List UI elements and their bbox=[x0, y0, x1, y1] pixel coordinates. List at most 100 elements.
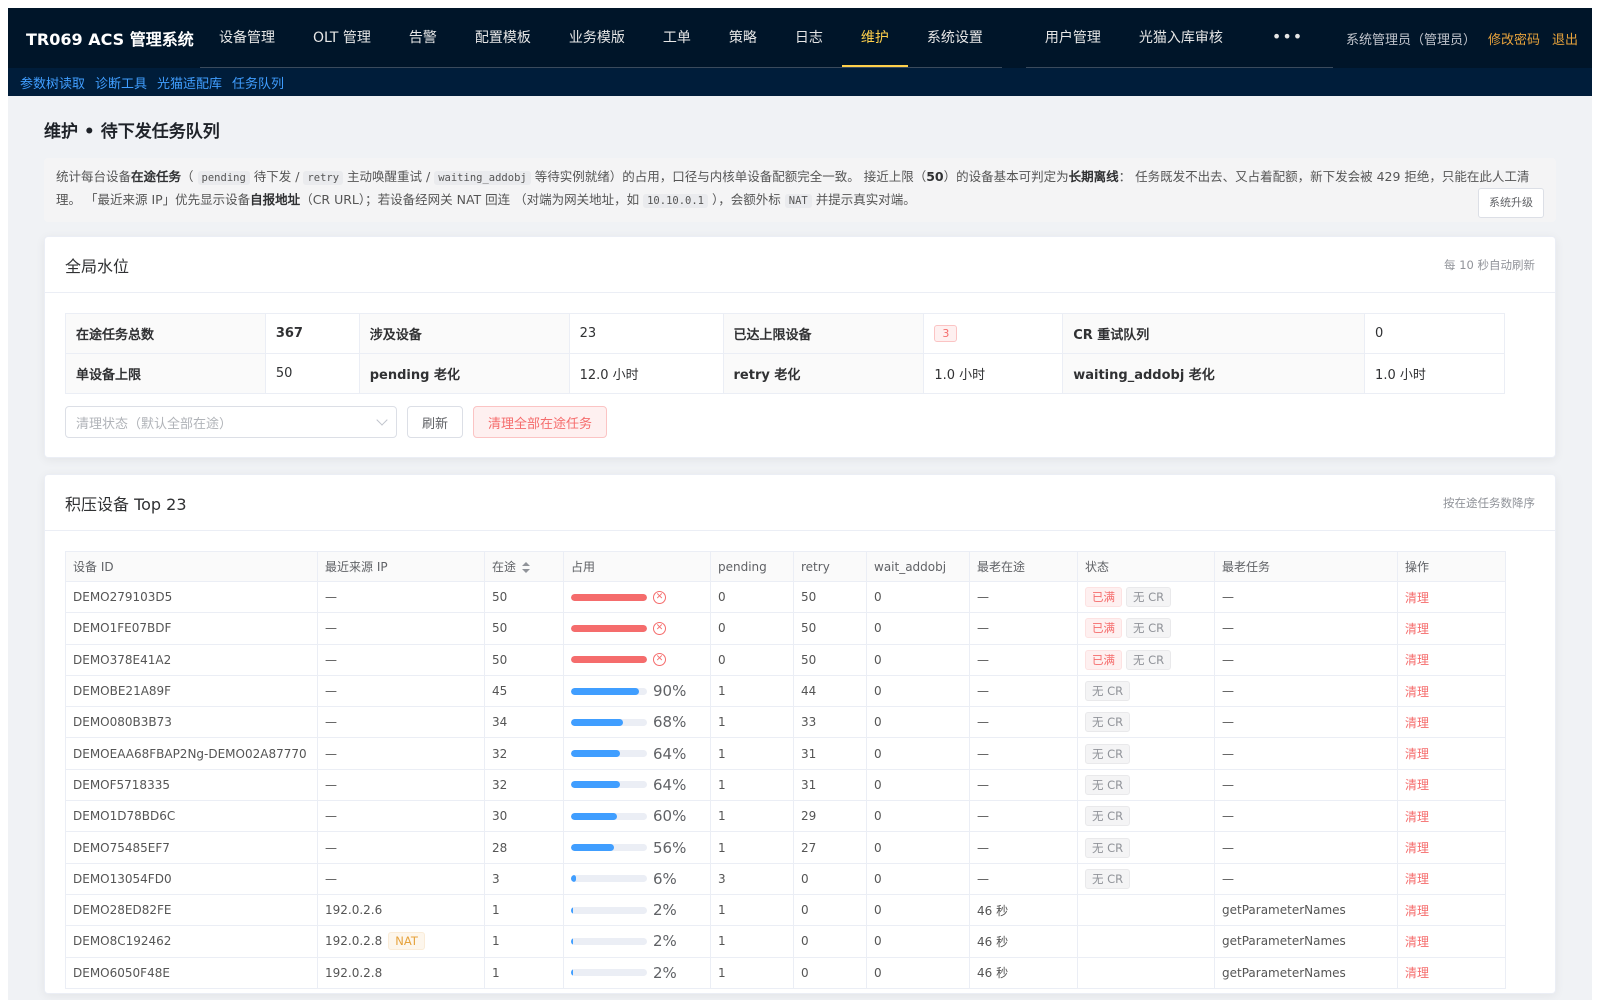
table-row: DEMO1D78BD6C —30 60% 1 29 0— 无 CR — 清理 bbox=[65, 800, 1506, 833]
no-cr-badge: 无 CR bbox=[1126, 649, 1172, 670]
clear-all-button[interactable]: 清理全部在途任务 bbox=[473, 406, 608, 438]
subnav-link[interactable]: 任务队列 bbox=[232, 73, 284, 92]
menu-item[interactable]: 系统设置 bbox=[908, 8, 1002, 67]
occupancy-bar-fill bbox=[571, 937, 574, 945]
watermark-card: 全局水位 每 10 秒自动刷新 在途任务总数 367 涉及设备 23 已达上限设备 3 CR… bbox=[44, 236, 1556, 458]
occupancy-bar-fill bbox=[571, 969, 574, 977]
auto-refresh-hint: 每 10 秒自动刷新 bbox=[1444, 257, 1535, 272]
menu-item[interactable]: 告警 bbox=[390, 8, 456, 67]
device-id: DEMO75485EF7 bbox=[65, 831, 318, 864]
clear-device-button[interactable]: 清理 bbox=[1405, 935, 1429, 949]
source-ip-cell: — bbox=[317, 862, 485, 895]
menu-item[interactable]: 工单 bbox=[644, 8, 710, 67]
clear-device-button[interactable]: 清理 bbox=[1405, 747, 1429, 761]
stat-label: retry 老化 bbox=[722, 353, 925, 394]
clear-device-button[interactable]: 清理 bbox=[1405, 591, 1429, 605]
status-cell: 无 CR bbox=[1077, 706, 1215, 739]
more-menu-icon[interactable]: ••• bbox=[1242, 8, 1333, 67]
menu-item[interactable]: 业务模版 bbox=[550, 8, 644, 67]
source-ip: — bbox=[325, 777, 337, 792]
stat-value: 12.0 小时 bbox=[568, 353, 724, 394]
occupancy-cell: 64% bbox=[563, 737, 711, 770]
table-row: DEMOBE21A89F —45 90% 1 44 0— 无 CR — 清理 bbox=[65, 674, 1506, 708]
clear-device-button[interactable]: 清理 bbox=[1405, 778, 1429, 792]
clear-status-select[interactable]: 清理状态（默认全部在途） bbox=[65, 406, 397, 438]
occupancy-bar-wrap: 2% bbox=[571, 932, 703, 950]
app-frame: TR069 ACS 管理系统 设备管理 OLT 管理 告警 配置模板 业务模版 工单 策略日… bbox=[8, 8, 1592, 1000]
clear-device-button[interactable]: 清理 bbox=[1405, 685, 1429, 699]
oldest-inflight: — bbox=[969, 831, 1078, 864]
inflight-count: 32 bbox=[484, 768, 564, 802]
column-header[interactable]: 在途 bbox=[484, 551, 564, 582]
column-label: 在途 bbox=[492, 560, 517, 574]
subnav-link[interactable]: 诊断工具 bbox=[95, 73, 147, 92]
occupancy-bar-fill bbox=[571, 718, 623, 726]
menu-item[interactable]: OLT 管理 bbox=[294, 8, 390, 67]
menu-item[interactable]: 策略 bbox=[710, 8, 776, 67]
watermark-title: 全局水位 bbox=[65, 256, 130, 276]
menu-item[interactable]: 日志 bbox=[776, 8, 842, 67]
subnav-link[interactable]: 光猫适配库 bbox=[157, 73, 222, 92]
device-id: DEMO378E41A2 bbox=[65, 643, 318, 676]
source-ip-cell: — bbox=[317, 800, 485, 833]
occupancy-bar-wrap: 2% bbox=[571, 901, 703, 919]
wait-addobj-count: 0 bbox=[866, 643, 970, 676]
status-cell bbox=[1077, 925, 1215, 958]
menu-item[interactable]: 维护 bbox=[841, 8, 908, 67]
notice-text: （ bbox=[181, 169, 194, 184]
system-upgrade-button[interactable]: 系统升级 bbox=[1478, 188, 1544, 218]
oldest-inflight: — bbox=[969, 737, 1078, 770]
stats-row: 单设备上限 50 pending 老化 12.0 小时 retry 老化 1.0 小时 wa… bbox=[65, 353, 1505, 394]
source-ip: 192.0.2.8 bbox=[325, 965, 383, 980]
occupancy-percent: 68% bbox=[653, 713, 687, 732]
retry-count: 0 bbox=[793, 862, 867, 895]
menu-item[interactable]: 设备管理 bbox=[200, 8, 294, 67]
logout-link[interactable]: 退出 bbox=[1552, 29, 1578, 48]
notice-code: 10.10.0.1 bbox=[643, 194, 709, 208]
notice-bold: 在途任务 bbox=[131, 169, 182, 184]
status-cell: 无 CR bbox=[1077, 737, 1215, 770]
source-ip: — bbox=[325, 746, 337, 761]
inflight-count: 45 bbox=[484, 674, 564, 708]
clear-device-button[interactable]: 清理 bbox=[1405, 966, 1429, 980]
clear-device-button[interactable]: 清理 bbox=[1405, 622, 1429, 636]
sort-icon[interactable] bbox=[522, 561, 531, 574]
change-password-link[interactable]: 修改密码 bbox=[1488, 29, 1540, 48]
no-cr-badge: 无 CR bbox=[1085, 774, 1131, 795]
occupancy-bar bbox=[571, 624, 647, 632]
device-id: DEMO1FE07BDF bbox=[65, 612, 318, 645]
menu-item[interactable]: 配置模板 bbox=[456, 8, 550, 67]
stat-value: 1.0 小时 bbox=[923, 353, 1064, 394]
menu-item[interactable]: 光猫入库审核 bbox=[1120, 8, 1242, 67]
wait-addobj-count: 0 bbox=[866, 768, 970, 802]
retry-count: 0 bbox=[793, 956, 867, 989]
pending-count: 1 bbox=[710, 956, 794, 989]
oldest-task: — bbox=[1214, 831, 1398, 864]
inflight-count: 50 bbox=[484, 580, 564, 614]
occupancy-bar-fill bbox=[571, 781, 620, 789]
table-row: DEMO279103D5—50 ✕ 0 50 0— 已满无 CR — 清理 bbox=[65, 580, 1506, 614]
occupancy-cell: 90% bbox=[563, 674, 711, 708]
status-cell: 无 CR bbox=[1077, 862, 1215, 895]
refresh-button[interactable]: 刷新 bbox=[407, 406, 464, 438]
device-id: DEMO080B3B73 bbox=[65, 706, 318, 739]
menu-item[interactable]: 用户管理 bbox=[1026, 8, 1120, 67]
subnav-link[interactable]: 参数树读取 bbox=[20, 73, 85, 92]
occupancy-bar bbox=[571, 781, 647, 789]
clear-device-button[interactable]: 清理 bbox=[1405, 716, 1429, 730]
clear-device-button[interactable]: 清理 bbox=[1405, 841, 1429, 855]
source-ip: — bbox=[325, 684, 337, 699]
stat-value: 3 bbox=[923, 313, 1064, 354]
clear-device-button[interactable]: 清理 bbox=[1405, 872, 1429, 886]
nat-badge: NAT bbox=[388, 932, 425, 951]
status-cell: 无 CR bbox=[1077, 674, 1215, 708]
wait-addobj-count: 0 bbox=[866, 612, 970, 645]
watermark-controls: 清理状态（默认全部在途） 刷新 清理全部在途任务 bbox=[65, 406, 1535, 438]
source-ip: — bbox=[325, 715, 337, 730]
stat-label: waiting_addobj 老化 bbox=[1062, 353, 1366, 394]
clear-device-button[interactable]: 清理 bbox=[1405, 904, 1429, 918]
watermark-card-header: 全局水位 每 10 秒自动刷新 bbox=[45, 237, 1555, 293]
clear-device-button[interactable]: 清理 bbox=[1405, 810, 1429, 824]
oldest-task: — bbox=[1214, 706, 1398, 739]
clear-device-button[interactable]: 清理 bbox=[1405, 653, 1429, 667]
